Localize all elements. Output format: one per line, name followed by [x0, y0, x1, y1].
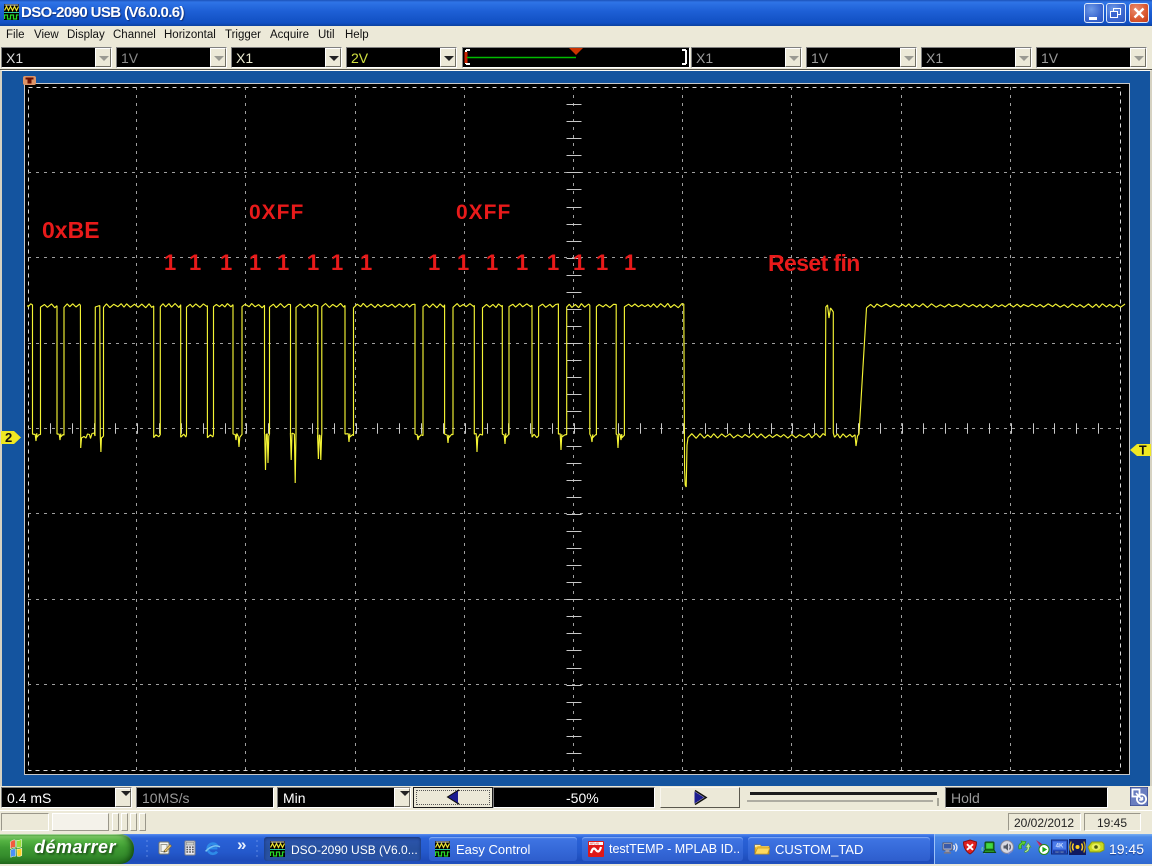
svg-text:00:00: 00:00 — [1055, 851, 1064, 854]
svg-text:MPLAB: MPLAB — [590, 842, 599, 846]
svg-text:T: T — [1139, 444, 1147, 456]
svg-text:2: 2 — [5, 431, 12, 444]
svg-text:4K: 4K — [1056, 844, 1064, 850]
